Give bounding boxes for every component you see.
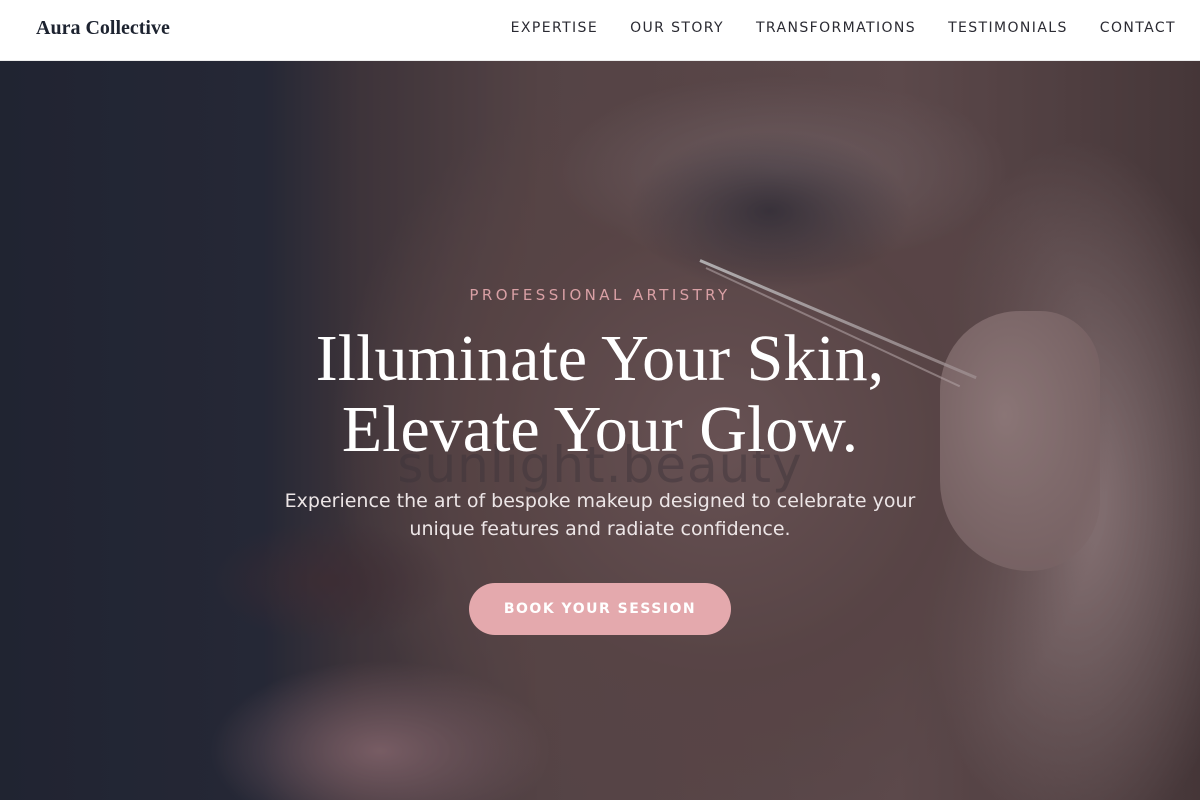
hero-subtext-line-1: Experience the art of bespoke makeup des… — [284, 490, 916, 512]
nav-link-transformations[interactable]: TRANSFORMATIONS — [756, 20, 916, 36]
hero-headline-line-1: Illuminate Your Skin, — [315, 322, 885, 395]
hero-content: PROFESSIONAL ARTISTRY Illuminate Your Sk… — [0, 285, 1200, 635]
hero-section: sunlight.beauty PROFESSIONAL ARTISTRY Il… — [0, 61, 1200, 800]
nav-link-our-story[interactable]: OUR STORY — [630, 20, 724, 36]
hero-subtext: Experience the art of bespoke makeup des… — [260, 487, 940, 543]
nav-link-expertise[interactable]: EXPERTISE — [511, 20, 598, 36]
main-nav: EXPERTISE OUR STORY TRANSFORMATIONS TEST… — [511, 20, 1176, 36]
top-navbar: Aura Collective EXPERTISE OUR STORY TRAN… — [0, 0, 1200, 61]
hero-eyebrow: PROFESSIONAL ARTISTRY — [469, 286, 731, 304]
brand-logo[interactable]: Aura Collective — [36, 17, 170, 40]
hero-subtext-line-2: unique features and radiate confidence. — [409, 518, 791, 540]
book-session-button[interactable]: BOOK YOUR SESSION — [469, 583, 731, 635]
hero-headline-line-2: Elevate Your Glow. — [341, 393, 859, 466]
hero-headline: Illuminate Your Skin, Elevate Your Glow. — [0, 323, 1200, 465]
nav-link-testimonials[interactable]: TESTIMONIALS — [948, 20, 1068, 36]
nav-link-contact[interactable]: CONTACT — [1100, 20, 1176, 36]
